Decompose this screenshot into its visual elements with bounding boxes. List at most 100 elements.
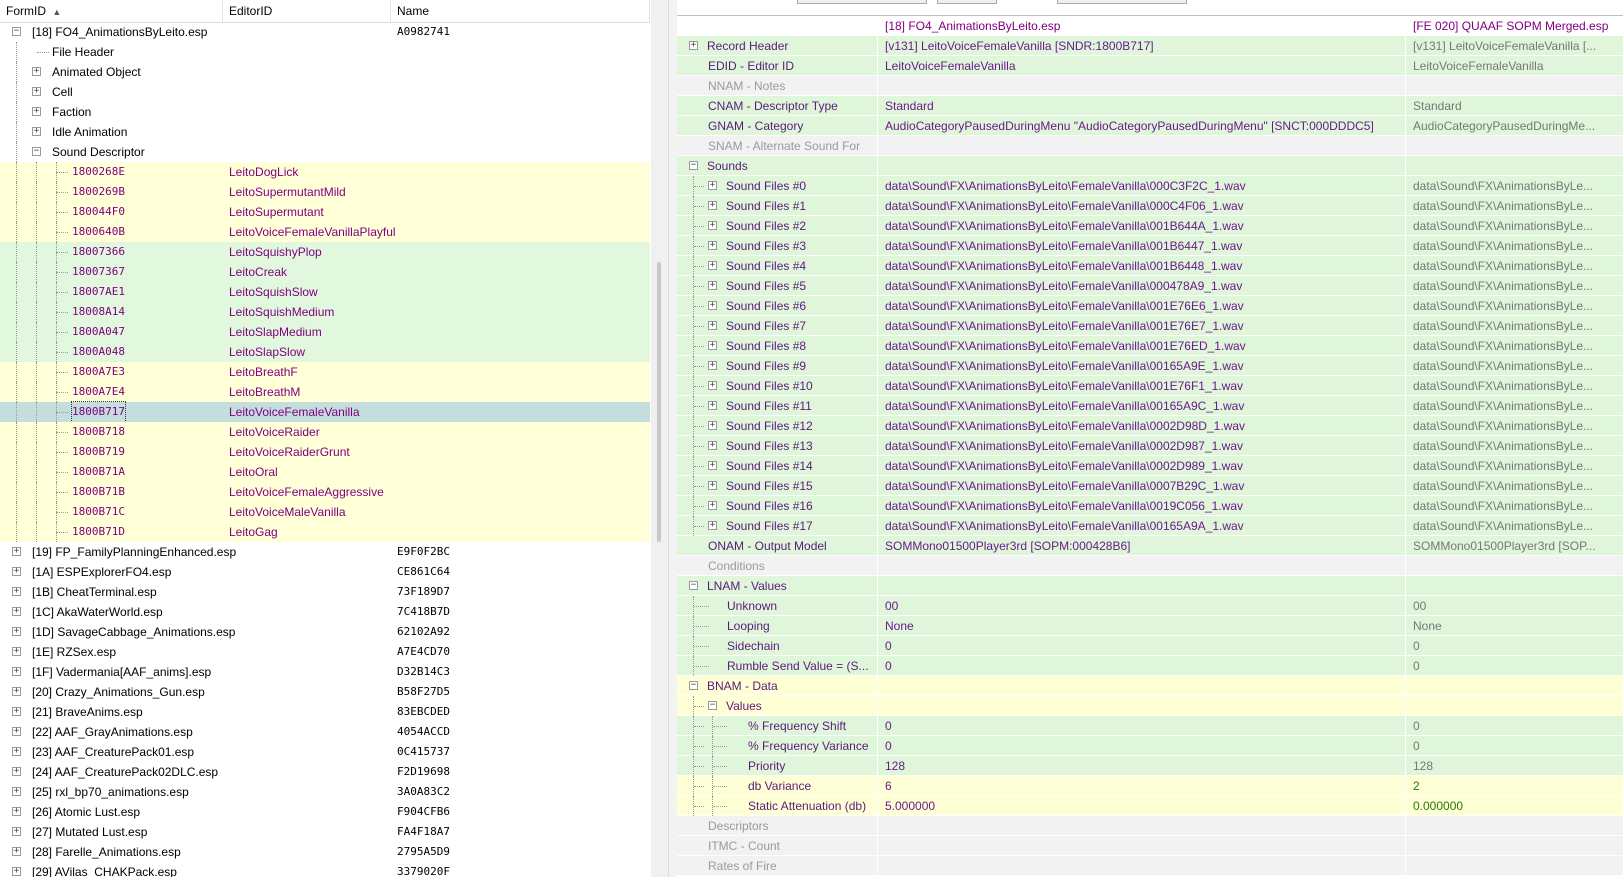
column-header-editorid[interactable]: EditorID (223, 0, 391, 22)
record-field-value-plugin-2[interactable] (1406, 856, 1623, 876)
tree-node[interactable]: + [1E] RZSex.esp (0, 642, 223, 662)
record-field-row[interactable]: + Sound Files #1 data\Sound\FX\AnimationsB… (677, 196, 1623, 216)
plus-box-icon[interactable]: + (708, 461, 717, 470)
record-field-value-plugin-2[interactable] (1406, 156, 1623, 176)
plus-box-icon[interactable]: + (12, 667, 21, 676)
record-field-row[interactable]: + Sound Files #17 data\Sound\FX\Animations… (677, 516, 1623, 536)
tree-row[interactable]: + [1B] CheatTerminal.esp 73F189D7 (0, 582, 650, 602)
tree-row[interactable]: + [24] AAF_CreaturePack02DLC.esp F2D19698 (0, 762, 650, 782)
record-field-row[interactable]: + Sound Files #15 data\Sound\FX\Animations… (677, 476, 1623, 496)
record-field-value-plugin-1[interactable]: data\Sound\FX\AnimationsByLeito\FemaleVa… (878, 316, 1405, 336)
tree-row[interactable]: + [23] AAF_CreaturePack01.esp 0C415737 (0, 742, 650, 762)
record-field-value-plugin-1[interactable]: data\Sound\FX\AnimationsByLeito\FemaleVa… (878, 356, 1405, 376)
column-header-formid[interactable]: FormID ▲ (0, 0, 223, 22)
tree-node[interactable]: + [1A] ESPExplorerFO4.esp (0, 562, 223, 582)
plus-box-icon[interactable]: + (12, 727, 21, 736)
tree-row[interactable]: + Animated Object (0, 62, 650, 82)
tree-node[interactable]: + Animated Object (0, 62, 223, 82)
plus-box-icon[interactable]: + (32, 67, 41, 76)
tree-node[interactable]: + [29] AVilas_CHAKPack.esp (0, 862, 223, 877)
record-field-value-plugin-1[interactable]: Standard (878, 96, 1405, 116)
record-field-value-plugin-1[interactable]: None (878, 616, 1405, 636)
plus-box-icon[interactable]: + (708, 281, 717, 290)
plus-box-icon[interactable]: + (12, 747, 21, 756)
record-field-value-plugin-2[interactable]: data\Sound\FX\AnimationsByLe... (1406, 516, 1623, 536)
plus-box-icon[interactable]: + (708, 441, 717, 450)
tree-node[interactable]: 1800640B (0, 222, 223, 242)
tree-row[interactable]: + [1F] Vadermania[AAF_anims].esp D32B14C3 (0, 662, 650, 682)
record-field-row[interactable]: − Values (677, 696, 1623, 716)
record-field-value-plugin-1[interactable]: 00 (878, 596, 1405, 616)
tree-row[interactable]: + [21] BraveAnims.esp 83EBCDED (0, 702, 650, 722)
minus-box-icon[interactable]: − (689, 161, 698, 170)
tree-row[interactable]: 1800A7E3 LeitoBreathF (0, 362, 650, 382)
plus-box-icon[interactable]: + (689, 41, 698, 50)
record-field-row[interactable]: − Sounds (677, 156, 1623, 176)
tree-node[interactable]: + [20] Crazy_Animations_Gun.esp (0, 682, 223, 702)
record-field-value-plugin-2[interactable]: SOMMono01500Player3rd [SOP... (1406, 536, 1623, 556)
record-field-value-plugin-2[interactable]: None (1406, 616, 1623, 636)
tree-node[interactable]: 1800269B (0, 182, 223, 202)
record-field-row[interactable]: + Sound Files #14 data\Sound\FX\Animations… (677, 456, 1623, 476)
tree-row[interactable]: + [28] Farelle_Animations.esp 2795A5D9 (0, 842, 650, 862)
record-field-value-plugin-1[interactable]: LeitoVoiceFemaleVanilla (878, 56, 1405, 76)
tree-node[interactable]: + [27] Mutated Lust.esp (0, 822, 223, 842)
tree-node[interactable]: 1800B718 (0, 422, 223, 442)
tree-node[interactable]: + [22] AAF_GrayAnimations.esp (0, 722, 223, 742)
plus-box-icon[interactable]: + (12, 607, 21, 616)
tree-row[interactable]: 1800269B LeitoSupermutantMild (0, 182, 650, 202)
record-field-value-plugin-1[interactable]: data\Sound\FX\AnimationsByLeito\FemaleVa… (878, 336, 1405, 356)
tree-row[interactable]: 1800B71C LeitoVoiceMaleVanilla (0, 502, 650, 522)
tree-node[interactable]: 1800B717 (0, 401, 223, 423)
tree-row[interactable]: 1800268E LeitoDogLick (0, 162, 650, 182)
tree-node[interactable]: + [26] Atomic Lust.esp (0, 802, 223, 822)
tree-row[interactable]: + [27] Mutated Lust.esp FA4F18A7 (0, 822, 650, 842)
column-header-plugin-2[interactable]: [FE 020] QUAAF SOPM Merged.esp (1406, 16, 1623, 36)
tree-row[interactable]: 1800B71A LeitoOral (0, 462, 650, 482)
record-field-value-plugin-2[interactable]: data\Sound\FX\AnimationsByLe... (1406, 276, 1623, 296)
tree-row[interactable]: + [1A] ESPExplorerFO4.esp CE861C64 (0, 562, 650, 582)
record-field-value-plugin-1[interactable]: data\Sound\FX\AnimationsByLeito\FemaleVa… (878, 236, 1405, 256)
record-field-value-plugin-2[interactable]: data\Sound\FX\AnimationsByLe... (1406, 456, 1623, 476)
record-field-value-plugin-2[interactable] (1406, 576, 1623, 596)
record-field-value-plugin-2[interactable]: Standard (1406, 96, 1623, 116)
record-field-value-plugin-2[interactable]: data\Sound\FX\AnimationsByLe... (1406, 416, 1623, 436)
plus-box-icon[interactable]: + (32, 87, 41, 96)
plus-box-icon[interactable]: + (708, 401, 717, 410)
minus-box-icon[interactable]: − (689, 581, 698, 590)
record-field-value-plugin-1[interactable]: 6 (878, 776, 1405, 796)
record-field-value-plugin-2[interactable]: data\Sound\FX\AnimationsByLe... (1406, 176, 1623, 196)
record-field-row[interactable]: + Sound Files #16 data\Sound\FX\Animations… (677, 496, 1623, 516)
record-field-value-plugin-2[interactable]: LeitoVoiceFemaleVanilla (1406, 56, 1623, 76)
record-field-row[interactable]: SNAM - Alternate Sound For (677, 136, 1623, 156)
minus-box-icon[interactable]: − (689, 681, 698, 690)
record-field-row[interactable]: CNAM - Descriptor Type Standard Standard (677, 96, 1623, 116)
tree-node[interactable]: + [23] AAF_CreaturePack01.esp (0, 742, 223, 762)
tree-row[interactable]: 1800A047 LeitoSlapMedium (0, 322, 650, 342)
record-field-value-plugin-2[interactable]: data\Sound\FX\AnimationsByLe... (1406, 316, 1623, 336)
minus-box-icon[interactable]: − (32, 147, 41, 156)
tree-row[interactable]: 1800A048 LeitoSlapSlow (0, 342, 650, 362)
record-field-row[interactable]: + Sound Files #13 data\Sound\FX\Animations… (677, 436, 1623, 456)
tree-node[interactable]: + [1C] AkaWaterWorld.esp (0, 602, 223, 622)
record-field-row[interactable]: Sidechain 0 0 (677, 636, 1623, 656)
record-field-value-plugin-2[interactable]: 0.000000 (1406, 796, 1623, 816)
tree-node[interactable]: 180044F0 (0, 202, 223, 222)
tree-node[interactable]: 1800A047 (0, 322, 223, 342)
record-field-row[interactable]: EDID - Editor ID LeitoVoiceFemaleVanilla L… (677, 56, 1623, 76)
tree-node[interactable]: 1800B71A (0, 462, 223, 482)
record-field-value-plugin-1[interactable]: AudioCategoryPausedDuringMenu "AudioCate… (878, 116, 1405, 136)
record-field-value-plugin-1[interactable]: data\Sound\FX\AnimationsByLeito\FemaleVa… (878, 476, 1405, 496)
plus-box-icon[interactable]: + (708, 521, 717, 530)
plus-box-icon[interactable]: + (12, 567, 21, 576)
record-field-row[interactable]: − LNAM - Values (677, 576, 1623, 596)
column-header-name[interactable]: Name (391, 0, 650, 22)
minus-box-icon[interactable]: − (12, 27, 21, 36)
tree-node[interactable]: + [25] rxl_bp70_animations.esp (0, 782, 223, 802)
record-field-value-plugin-2[interactable]: 2 (1406, 776, 1623, 796)
record-field-row[interactable]: Looping None None (677, 616, 1623, 636)
tree-node[interactable]: 1800B71D (0, 522, 223, 542)
tree-node[interactable]: + Idle Animation (0, 122, 223, 142)
record-field-value-plugin-2[interactable]: data\Sound\FX\AnimationsByLe... (1406, 256, 1623, 276)
plus-box-icon[interactable]: + (708, 221, 717, 230)
